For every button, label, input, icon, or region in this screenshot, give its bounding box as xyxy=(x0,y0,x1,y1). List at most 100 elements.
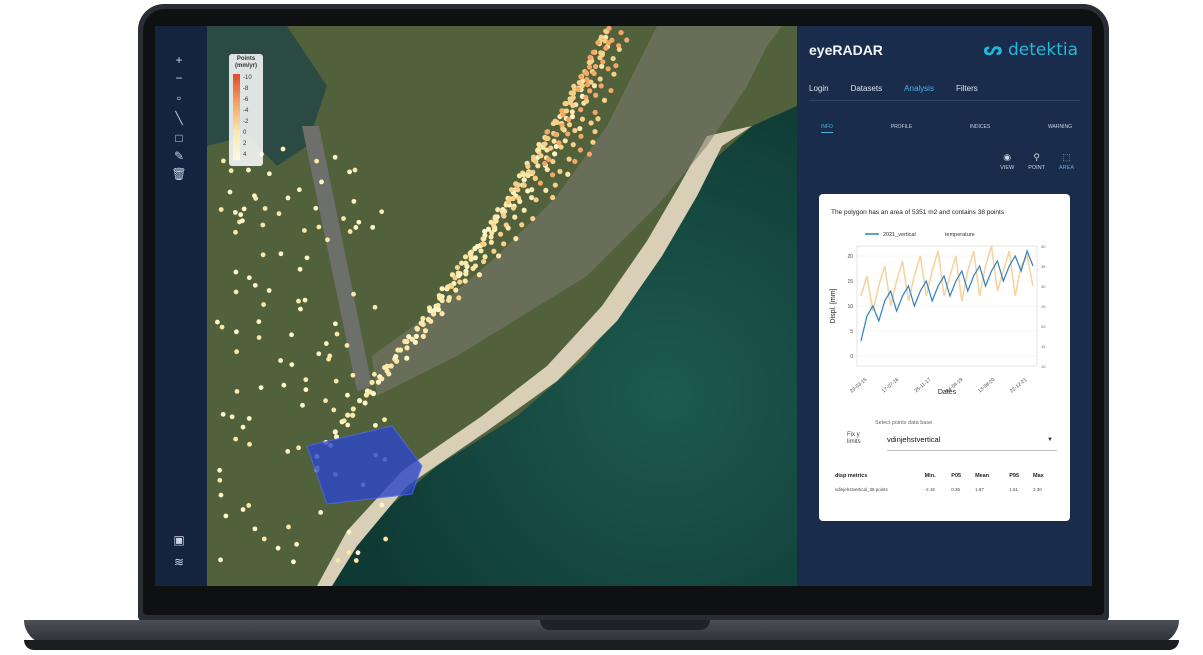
map-point[interactable] xyxy=(586,151,593,157)
map-point[interactable] xyxy=(428,318,434,324)
map-point[interactable] xyxy=(256,335,262,340)
map-point[interactable] xyxy=(247,441,252,447)
map-point[interactable] xyxy=(276,211,282,217)
nav-datasets[interactable]: Datasets xyxy=(851,84,883,100)
map-point[interactable] xyxy=(323,398,328,404)
tab-indices[interactable]: INDICES xyxy=(970,124,990,133)
points-db-select[interactable]: vdinjehstvertical ▼ xyxy=(887,430,1057,451)
map-point[interactable] xyxy=(285,195,291,201)
map-point[interactable] xyxy=(552,182,558,188)
map-point[interactable] xyxy=(501,241,507,247)
map-point[interactable] xyxy=(545,135,551,142)
map-point[interactable] xyxy=(404,345,410,351)
map-point[interactable] xyxy=(219,324,225,330)
map-canvas[interactable] xyxy=(207,26,797,586)
map-point[interactable] xyxy=(246,275,252,281)
map-point[interactable] xyxy=(345,412,351,418)
map-point[interactable] xyxy=(500,212,507,219)
map-point[interactable] xyxy=(345,422,351,428)
line-icon[interactable]: ╲ xyxy=(169,110,189,126)
map-point[interactable] xyxy=(412,339,418,345)
map-point[interactable] xyxy=(553,131,559,138)
map-point[interactable] xyxy=(296,445,301,451)
map-point[interactable] xyxy=(318,510,324,515)
map-point[interactable] xyxy=(383,536,389,542)
map-point[interactable] xyxy=(341,418,347,424)
map-point[interactable] xyxy=(572,158,578,165)
map-point[interactable] xyxy=(474,243,481,250)
map-point[interactable] xyxy=(289,332,294,338)
fix-y-limits-label[interactable]: Fix y limits xyxy=(847,432,861,446)
map-point[interactable] xyxy=(303,387,309,393)
map-point[interactable] xyxy=(261,302,266,307)
map-point[interactable] xyxy=(525,172,531,179)
map-point[interactable] xyxy=(351,291,356,297)
map-point[interactable] xyxy=(347,169,352,175)
map-point[interactable] xyxy=(260,252,266,258)
map-point[interactable] xyxy=(370,224,376,230)
map-point[interactable] xyxy=(470,265,476,272)
map-point[interactable] xyxy=(456,295,462,301)
map-point[interactable] xyxy=(496,253,502,259)
map-point[interactable] xyxy=(593,63,599,70)
map-point[interactable] xyxy=(570,102,576,109)
map-point[interactable] xyxy=(370,391,377,397)
map-point[interactable] xyxy=(379,502,385,508)
map-point[interactable] xyxy=(289,362,295,368)
map-point[interactable] xyxy=(332,429,338,435)
map-point[interactable] xyxy=(296,187,302,193)
map-point[interactable] xyxy=(521,207,527,213)
map-point[interactable] xyxy=(326,356,331,362)
tab-warning[interactable]: WARNING xyxy=(1048,124,1072,133)
zoom-out-icon[interactable]: − xyxy=(169,70,189,86)
map-point[interactable] xyxy=(592,109,598,116)
map-point[interactable] xyxy=(353,225,359,230)
map-point[interactable] xyxy=(356,219,362,225)
map-point[interactable] xyxy=(611,71,617,77)
map-point[interactable] xyxy=(479,241,486,247)
map-point[interactable] xyxy=(350,372,356,378)
map-point[interactable] xyxy=(439,311,445,317)
map-point[interactable] xyxy=(510,205,516,211)
map-point[interactable] xyxy=(439,298,445,304)
map-point[interactable] xyxy=(578,74,584,80)
map-point[interactable] xyxy=(453,287,459,293)
map-point[interactable] xyxy=(595,40,601,46)
map-point[interactable] xyxy=(240,218,245,224)
map-point[interactable] xyxy=(280,146,286,152)
map-point[interactable] xyxy=(519,222,525,228)
map-point[interactable] xyxy=(262,206,268,211)
map-point[interactable] xyxy=(586,64,593,70)
nav-analysis[interactable]: Analysis xyxy=(904,84,934,100)
map-point[interactable] xyxy=(542,160,548,167)
map-point[interactable] xyxy=(234,389,240,394)
map-point[interactable] xyxy=(375,379,382,385)
map-point[interactable] xyxy=(229,414,235,420)
map-point[interactable] xyxy=(223,513,229,519)
map-point[interactable] xyxy=(454,264,461,271)
map-point[interactable] xyxy=(228,168,234,174)
map-point[interactable] xyxy=(495,207,501,213)
map-point[interactable] xyxy=(291,559,296,565)
map-point[interactable] xyxy=(341,216,346,221)
map-point[interactable] xyxy=(220,158,226,164)
zoom-in-icon[interactable]: + xyxy=(169,52,189,68)
map-point[interactable] xyxy=(422,328,429,334)
map-point[interactable] xyxy=(394,358,400,364)
map-point[interactable] xyxy=(344,343,350,348)
map-point[interactable] xyxy=(300,402,305,408)
map-point[interactable] xyxy=(601,97,608,103)
map-point[interactable] xyxy=(492,225,498,231)
map-point[interactable] xyxy=(285,449,291,454)
map-point[interactable] xyxy=(550,158,556,165)
map-point[interactable] xyxy=(575,86,581,92)
map-point[interactable] xyxy=(266,171,272,177)
map-point[interactable] xyxy=(542,141,548,147)
map-point[interactable] xyxy=(610,55,616,62)
map-point[interactable] xyxy=(388,363,394,369)
map-point[interactable] xyxy=(493,218,499,224)
map-point[interactable] xyxy=(393,354,399,360)
map-point[interactable] xyxy=(566,156,572,162)
map-point[interactable] xyxy=(217,467,223,473)
map-point[interactable] xyxy=(372,304,378,310)
